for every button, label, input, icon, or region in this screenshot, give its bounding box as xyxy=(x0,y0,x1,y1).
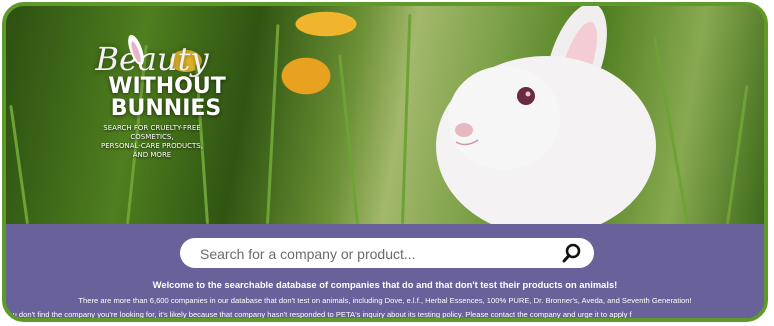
tagline-line-2: COSMETICS, xyxy=(130,133,174,141)
brand-without: WITHOUT xyxy=(108,74,226,99)
banner-frame: Beauty WITHOUT BUNNIES SEARCH FOR CRUELT… xyxy=(2,2,768,322)
info-line-1: There are more than 6,600 companies in o… xyxy=(78,296,692,305)
tagline-line-1: SEARCH FOR CRUELTY-FREE xyxy=(103,124,201,132)
grass-blade xyxy=(338,54,359,224)
search-input[interactable] xyxy=(198,238,542,270)
grass-blade xyxy=(266,24,280,224)
search-bar[interactable] xyxy=(180,238,594,270)
search-panel: Welcome to the searchable database of co… xyxy=(6,224,764,318)
rabbit-image xyxy=(436,6,656,224)
tagline-line-3: PERSONAL-CARE PRODUCTS, xyxy=(101,142,203,150)
info-line-2: You don't find the company you're lookin… xyxy=(4,310,632,319)
welcome-heading: Welcome to the searchable database of co… xyxy=(152,279,618,290)
brand-tagline: SEARCH FOR CRUELTY-FREE COSMETICS, PERSO… xyxy=(62,124,242,160)
bunny-ear-icon xyxy=(128,34,144,66)
magnifier-icon[interactable] xyxy=(562,243,582,263)
grass-blade xyxy=(401,14,412,224)
grass-blade xyxy=(9,104,29,224)
brand-logo: Beauty WITHOUT BUNNIES SEARCH FOR CRUELT… xyxy=(62,32,242,160)
brand-bunnies: BUNNIES xyxy=(110,96,222,121)
hero-image: Beauty WITHOUT BUNNIES SEARCH FOR CRUELT… xyxy=(6,6,764,224)
grass-blade xyxy=(726,85,749,224)
tagline-line-4: AND MORE xyxy=(132,151,172,159)
